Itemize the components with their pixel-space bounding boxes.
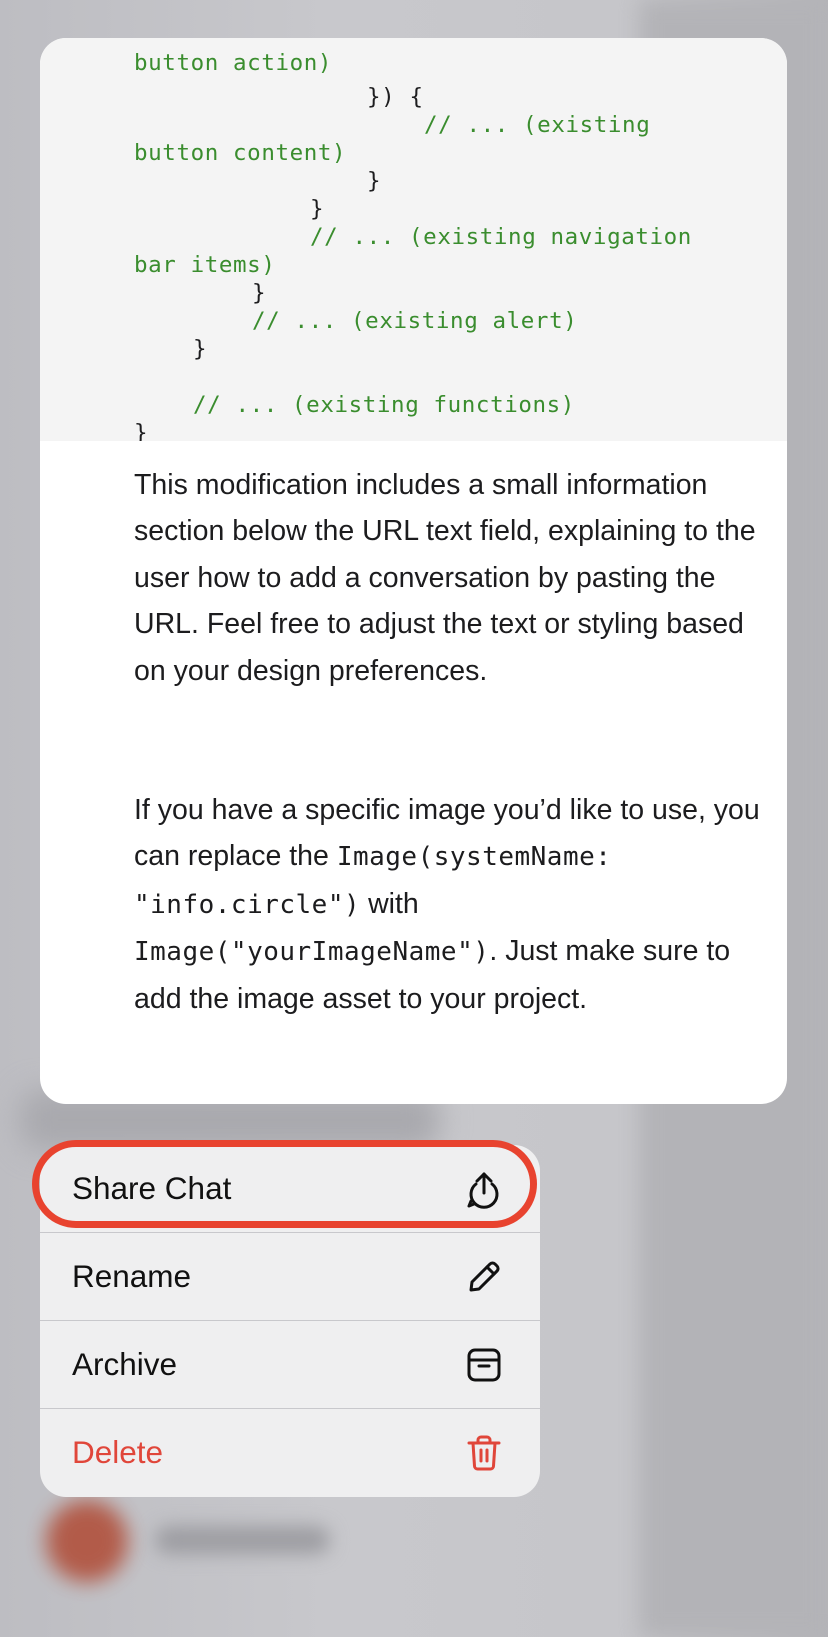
- code-line: button content): [134, 140, 347, 166]
- code-block: button action) }) { // ... (existing but…: [40, 38, 787, 441]
- message-paragraph: If you have a specific image you’d like …: [134, 787, 764, 1022]
- blurred-username: [155, 1526, 330, 1554]
- share-icon: [464, 1169, 504, 1209]
- delete-menu-item[interactable]: Delete: [40, 1409, 540, 1496]
- code-line: }: [252, 280, 267, 306]
- message-paragraph: This modification includes a small infor…: [134, 469, 756, 687]
- code-line: }: [134, 420, 149, 441]
- code-line: bar items): [134, 252, 276, 278]
- code-line: // ... (existing functions): [193, 392, 575, 418]
- pencil-icon: [464, 1257, 504, 1297]
- code-line: }) {: [367, 84, 424, 110]
- archive-menu-item[interactable]: Archive: [40, 1321, 540, 1408]
- code-line: // ... (existing navigation: [310, 224, 692, 250]
- blurred-avatar: [46, 1500, 128, 1582]
- share-chat-label: Share Chat: [72, 1170, 232, 1206]
- context-menu: Share Chat Rename Archive Delete: [40, 1145, 540, 1497]
- rename-menu-item[interactable]: Rename: [40, 1233, 540, 1320]
- code-line: }: [310, 196, 325, 222]
- inline-code: Image("yourImageName"): [134, 937, 490, 968]
- code-line: // ... (existing: [424, 112, 651, 138]
- archive-label: Archive: [72, 1346, 178, 1382]
- chat-preview-card: button action) }) { // ... (existing but…: [40, 38, 787, 1104]
- rename-label: Rename: [72, 1258, 192, 1294]
- code-line: button action): [134, 50, 333, 76]
- code-line: }: [193, 336, 208, 362]
- message-text: with: [368, 887, 419, 920]
- share-chat-menu-item[interactable]: Share Chat: [40, 1145, 540, 1232]
- code-line: }: [367, 168, 382, 194]
- code-line: // ... (existing alert): [252, 308, 578, 334]
- trash-icon: [464, 1433, 504, 1473]
- archive-box-icon: [464, 1345, 504, 1385]
- delete-label: Delete: [72, 1434, 164, 1470]
